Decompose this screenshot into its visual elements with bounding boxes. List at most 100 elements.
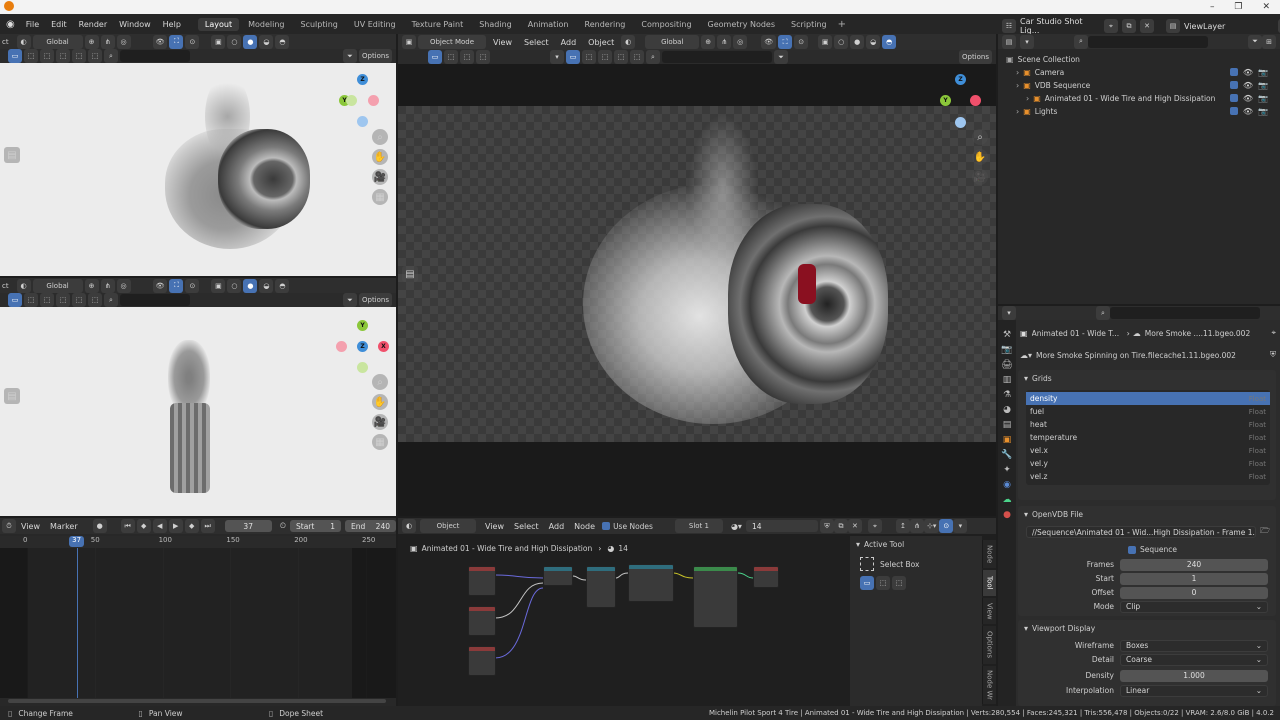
snap-mode-icon[interactable]: ⊹▾ bbox=[923, 519, 940, 533]
editor-type-icon[interactable]: ⏱ bbox=[2, 519, 16, 533]
gizmo-y-neg[interactable] bbox=[357, 362, 368, 373]
grid-row[interactable]: heat Float bbox=[1026, 418, 1270, 431]
current-frame-field[interactable]: 37 bbox=[224, 520, 272, 532]
pin-icon[interactable]: ⌖ bbox=[1104, 19, 1118, 33]
tab-view[interactable]: View bbox=[982, 598, 996, 624]
zoom-icon[interactable]: ⌕ bbox=[372, 129, 388, 145]
render-shading-icon[interactable]: ◓ bbox=[882, 35, 897, 49]
menu-window[interactable]: Window bbox=[114, 20, 156, 29]
filter-icon[interactable]: ⏷ bbox=[1248, 34, 1262, 49]
gizmo-toggle-icon[interactable]: ⛶ bbox=[169, 34, 184, 49]
navigation-gizmo[interactable]: Z Y bbox=[938, 72, 993, 132]
search-icon[interactable]: ⌕ bbox=[104, 293, 118, 307]
menu-help[interactable]: Help bbox=[158, 20, 186, 29]
snap-icon[interactable]: ⋔ bbox=[100, 278, 115, 293]
viewport-menu-select[interactable]: Select bbox=[519, 38, 554, 47]
node-color-ramp[interactable] bbox=[586, 566, 616, 608]
visibility-icon[interactable]: 👁 bbox=[152, 34, 168, 49]
select-extend-icon[interactable]: ⬚ bbox=[460, 50, 474, 64]
select-invert-icon[interactable]: ⬚ bbox=[72, 49, 86, 63]
scene-icon[interactable]: ☷ bbox=[1002, 19, 1016, 33]
gizmo-z[interactable]: Z bbox=[357, 341, 368, 352]
outliner-item[interactable]: › ▣ Lights 👁 📷 bbox=[1006, 105, 1276, 118]
workspace-add-button[interactable]: + bbox=[838, 19, 846, 30]
node-converter[interactable] bbox=[628, 564, 674, 602]
zoom-icon[interactable]: ⌕ bbox=[972, 129, 988, 145]
grids-header[interactable]: ▾ Grids bbox=[1018, 370, 1276, 386]
xray-icon[interactable]: ▣ bbox=[211, 278, 226, 293]
grid-row[interactable]: fuel Float bbox=[1026, 405, 1270, 418]
proportional-icon[interactable]: ◎ bbox=[116, 278, 131, 293]
tab-tool[interactable]: Tool bbox=[982, 570, 996, 596]
properties-type-icon[interactable]: ▾ bbox=[1002, 306, 1016, 320]
playhead-line[interactable] bbox=[77, 548, 79, 698]
render-tab-icon[interactable]: 📷 bbox=[1001, 345, 1012, 355]
snap-icon[interactable]: ⋔ bbox=[909, 519, 924, 533]
visibility-icon[interactable]: 👁 bbox=[152, 278, 168, 293]
outliner-type-icon[interactable]: ▤ bbox=[1002, 34, 1016, 49]
shading-mode-icon[interactable]: ◐ bbox=[16, 34, 31, 49]
camera-view-icon[interactable]: 🎥 bbox=[972, 169, 988, 185]
workspace-tab-texture-paint[interactable]: Texture Paint bbox=[405, 18, 471, 31]
proportional-icon[interactable]: ◎ bbox=[733, 35, 748, 49]
search-input[interactable] bbox=[662, 51, 772, 63]
openvdb-header[interactable]: ▾ OpenVDB File bbox=[1018, 506, 1276, 522]
sidebar-toggle-icon[interactable]: ▤ bbox=[4, 388, 20, 404]
workspace-tab-geometry-nodes[interactable]: Geometry Nodes bbox=[701, 18, 782, 31]
shader-editor[interactable]: ◐ Object View Select Add Node Use Nodes … bbox=[398, 518, 996, 706]
filepath-field[interactable]: //Sequence\Animated 01 - Wid...High Diss… bbox=[1026, 526, 1257, 538]
scene-tab-icon[interactable]: ⚗ bbox=[1003, 390, 1011, 400]
xray-icon[interactable]: ▣ bbox=[211, 34, 226, 49]
grid-row[interactable]: vel.z Float bbox=[1026, 470, 1270, 483]
wire-shading-icon[interactable]: ○ bbox=[227, 34, 242, 49]
timeline[interactable]: ⏱ View Marker ● ⏮ ◆ ◀ ▶ ◆ ⏭ 37 ⏲ Start 1 … bbox=[0, 518, 396, 706]
options-button[interactable]: Options bbox=[958, 50, 992, 64]
search-input[interactable] bbox=[120, 50, 190, 62]
material-shading-icon[interactable]: ◒ bbox=[259, 34, 274, 49]
physics-tab-icon[interactable]: ◉ bbox=[1003, 480, 1011, 490]
select-subtract-icon[interactable]: ⬚ bbox=[476, 50, 490, 64]
gizmo-x-neg[interactable] bbox=[368, 95, 379, 106]
material-tab-icon[interactable]: ● bbox=[1003, 510, 1011, 520]
shading-mode-icon[interactable]: ◐ bbox=[621, 35, 636, 49]
data-name-field[interactable]: More Smoke Spinning on Tire.filecache1.1… bbox=[1036, 351, 1270, 360]
grid-row[interactable]: vel.y Float bbox=[1026, 457, 1270, 470]
scene-name[interactable]: Car Studio Shot Lig... bbox=[1020, 17, 1100, 35]
sidebar-toggle-icon[interactable]: ▤ bbox=[402, 266, 418, 282]
filter-icon[interactable]: ⏷ bbox=[342, 49, 357, 63]
proportional-icon[interactable]: ◎ bbox=[116, 34, 131, 49]
object-tab-icon[interactable]: ▣ bbox=[1003, 435, 1012, 445]
record-icon[interactable]: ● bbox=[92, 519, 107, 533]
wireframe-select[interactable]: Boxes ⌄ bbox=[1120, 639, 1268, 652]
end-frame-field[interactable]: End 240 bbox=[345, 520, 396, 532]
menu-edit[interactable]: Edit bbox=[46, 20, 72, 29]
select-box-icon[interactable] bbox=[860, 557, 874, 571]
menu-render[interactable]: Render bbox=[74, 20, 112, 29]
workspace-tab-rendering[interactable]: Rendering bbox=[578, 18, 633, 31]
orientation-select[interactable]: Global bbox=[32, 278, 83, 293]
select-subtract-icon[interactable]: ⬚ bbox=[892, 575, 906, 590]
new-scene-icon[interactable]: ⧉ bbox=[1122, 19, 1136, 33]
xray-icon[interactable]: ▣ bbox=[818, 35, 833, 49]
viewlayer-icon[interactable]: ▤ bbox=[1166, 19, 1180, 33]
start-field[interactable]: 1 bbox=[1120, 572, 1268, 585]
timeline-menu-view[interactable]: View bbox=[16, 522, 45, 531]
eye-icon[interactable]: 👁 bbox=[1243, 94, 1253, 103]
data-browse-icon[interactable]: ☁▾ bbox=[1020, 351, 1032, 360]
orientation-select[interactable]: Global bbox=[645, 35, 700, 49]
select-extend-icon[interactable]: ⬚ bbox=[876, 575, 890, 590]
wire-shading-icon[interactable]: ○ bbox=[227, 278, 242, 293]
workspace-tab-uv-editing[interactable]: UV Editing bbox=[347, 18, 403, 31]
select-subtract-icon[interactable]: ⬚ bbox=[56, 49, 70, 63]
sidebar-toggle-icon[interactable]: ▤ bbox=[4, 147, 20, 163]
navigation-gizmo[interactable]: Y Z X bbox=[334, 318, 389, 373]
outliner-search-input[interactable] bbox=[1088, 35, 1208, 48]
material-shading-icon[interactable]: ◒ bbox=[866, 35, 881, 49]
select-mode-2-icon[interactable]: ⬚ bbox=[582, 50, 596, 64]
include-checkbox[interactable] bbox=[1229, 81, 1238, 89]
gizmo-x-neg[interactable] bbox=[970, 95, 981, 106]
sequence-checkbox[interactable] bbox=[1128, 545, 1136, 554]
workspace-tab-compositing[interactable]: Compositing bbox=[634, 18, 698, 31]
eye-icon[interactable]: 👁 bbox=[1243, 68, 1253, 77]
timeline-scrollbar[interactable] bbox=[8, 699, 386, 703]
